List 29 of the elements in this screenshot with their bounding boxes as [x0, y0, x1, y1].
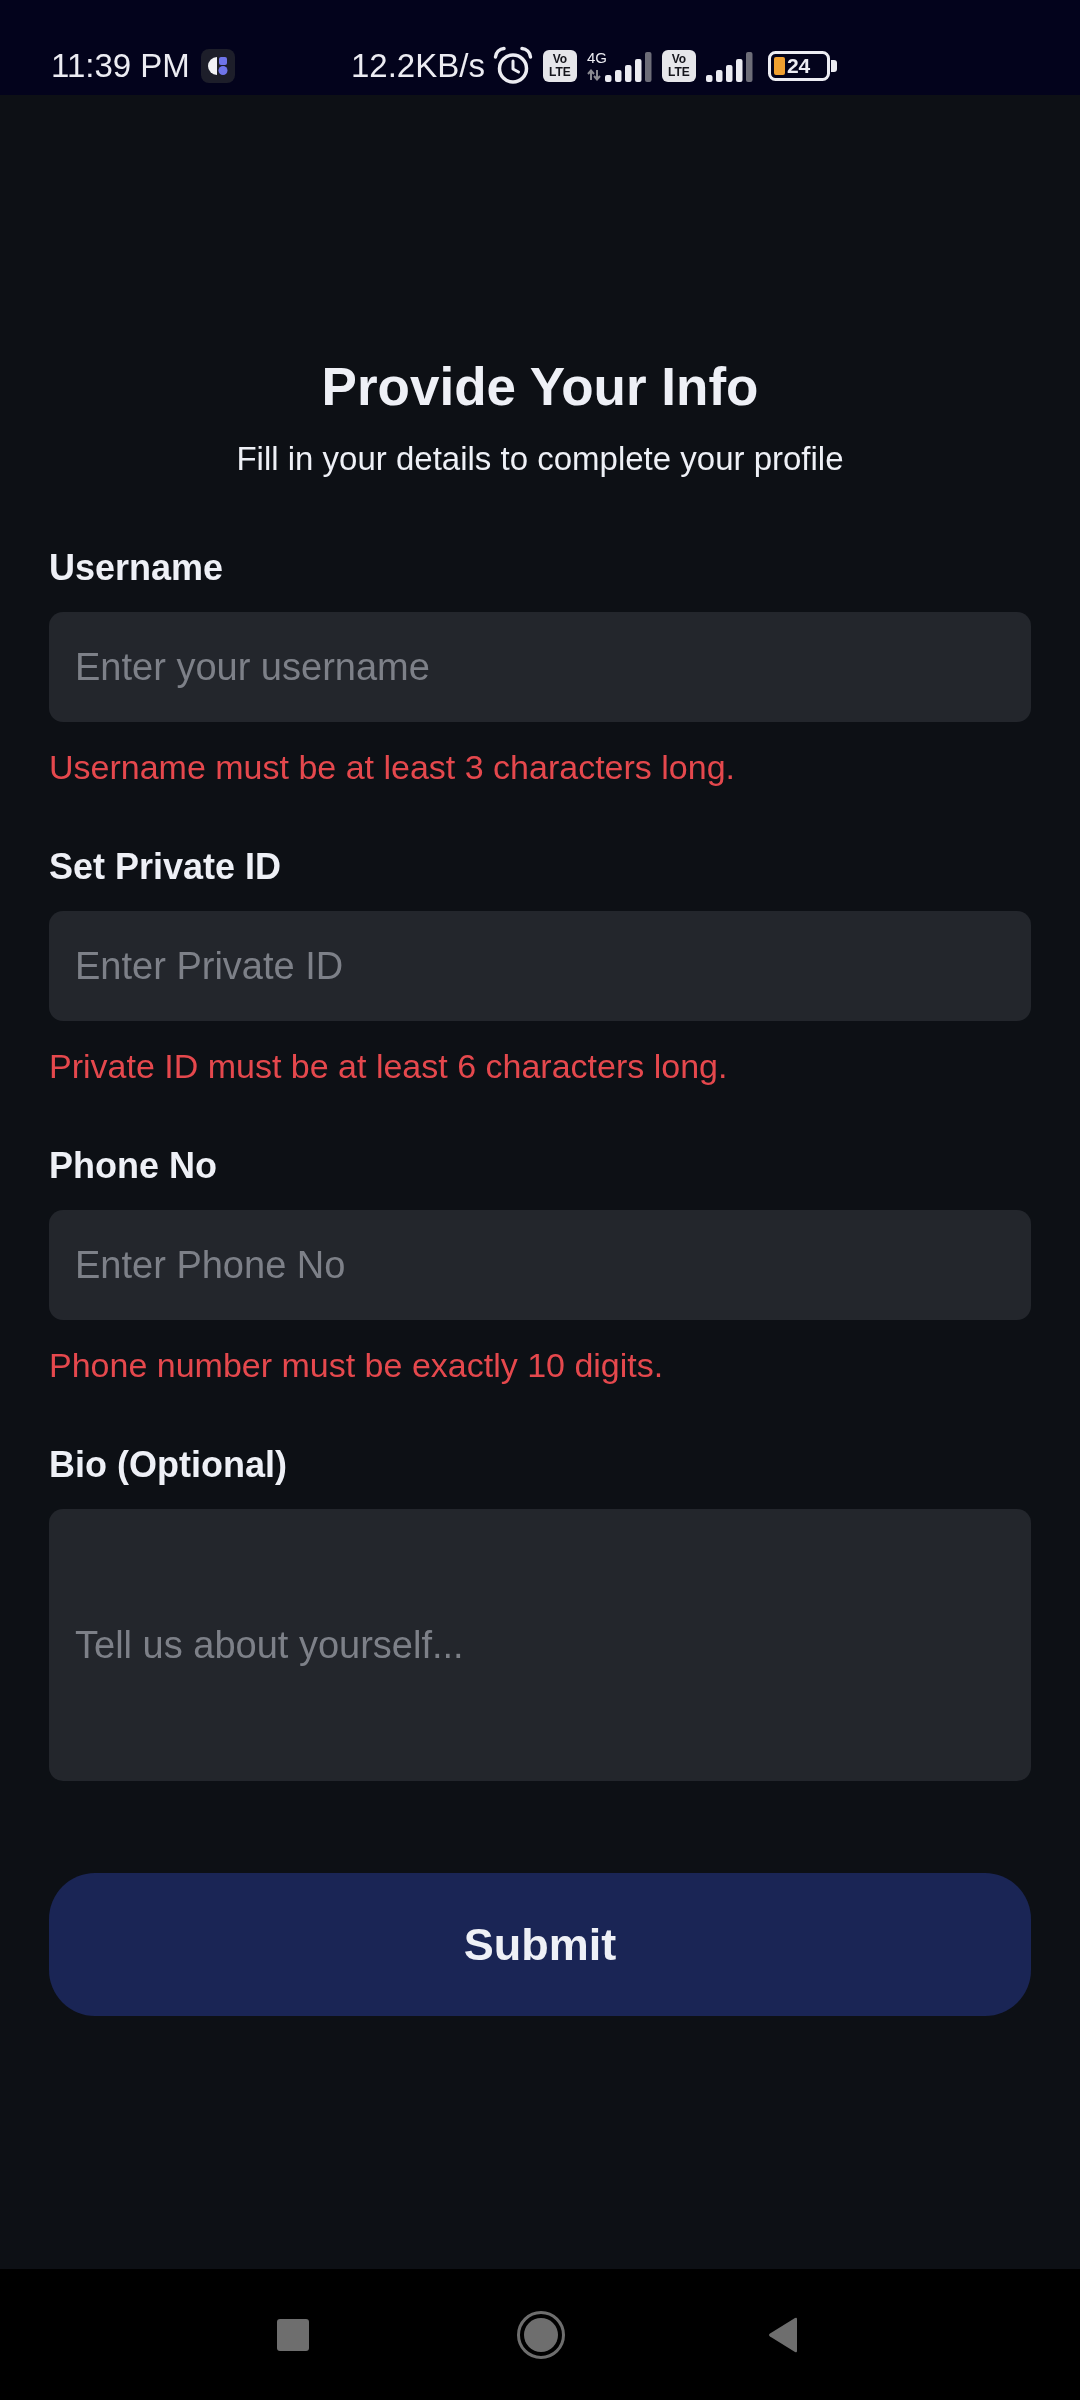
input-field[interactable]: Enter your username [49, 612, 1031, 722]
volte-badge: Vo LTE [542, 50, 577, 82]
bio-textarea[interactable]: Tell us about yourself... [49, 1509, 1031, 1781]
input-field[interactable]: Enter Phone No [49, 1210, 1031, 1320]
home-icon[interactable] [517, 2310, 565, 2359]
error-message: Private ID must be at least 6 characters long. [49, 1046, 728, 1086]
field-label: Bio (Optional) [49, 1443, 287, 1487]
network-type-label: 4G [586, 50, 607, 66]
input-field[interactable]: Enter Private ID [49, 911, 1031, 1021]
square-nav-icon[interactable] [277, 2318, 309, 2351]
page-subtitle: Fill in your details to complete your profile [236, 439, 844, 479]
page-title: Provide Your Info [321, 356, 759, 418]
back-icon[interactable] [768, 2316, 799, 2353]
field-label: Phone No [49, 1144, 217, 1188]
data-arrows-icon [586, 69, 601, 81]
status-time: 11:39 PM [51, 46, 190, 86]
error-message: Username must be at least 3 characters long. [49, 747, 735, 787]
battery-percentage: 24 [786, 55, 811, 77]
error-message: Phone number must be exactly 10 digits. [49, 1345, 664, 1385]
signal-bars-icon [705, 52, 754, 82]
field-label: Set Private ID [49, 845, 282, 889]
battery-icon [767, 51, 837, 81]
volte-badge: Vo LTE [661, 50, 696, 82]
alarm-clock-icon [492, 46, 533, 86]
network-speed: 12.2KB/s [351, 46, 485, 86]
field-label: Username [49, 546, 224, 590]
app-notification-icon [200, 49, 235, 83]
submit-button[interactable]: Submit [49, 1873, 1031, 2016]
signal-bars-icon [604, 52, 653, 82]
